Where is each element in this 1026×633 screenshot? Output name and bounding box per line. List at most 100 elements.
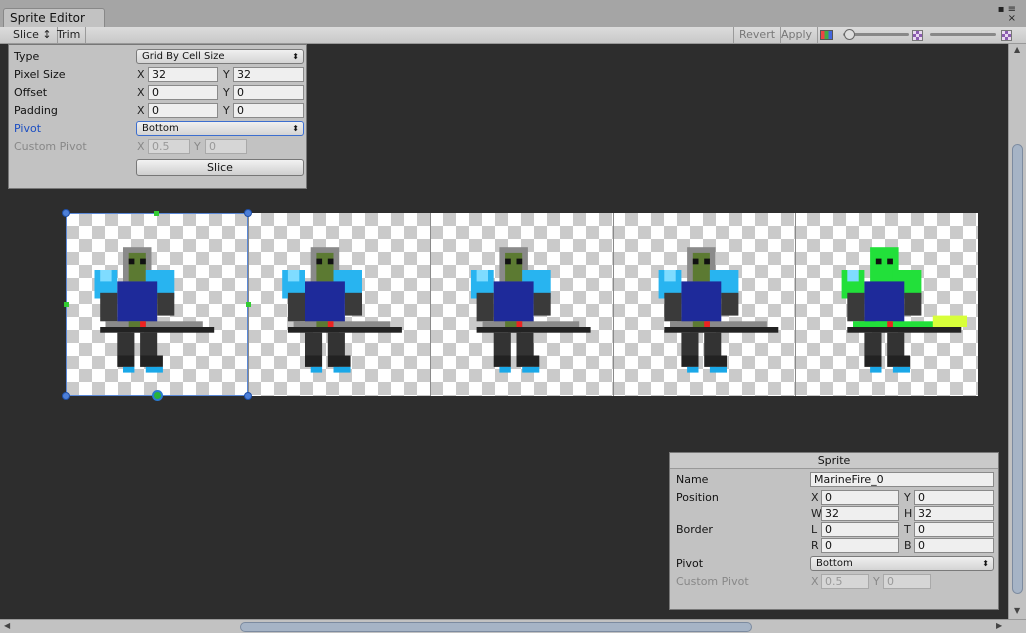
position-x-field[interactable]: 0 xyxy=(821,490,899,505)
y-label: Y xyxy=(904,491,911,504)
y-label: Y xyxy=(873,575,880,588)
pixel-size-x-field[interactable]: 32 xyxy=(148,67,218,82)
sprite-pixel xyxy=(328,258,334,265)
padding-x-field[interactable]: 0 xyxy=(148,103,218,118)
sprite-pixel xyxy=(305,332,323,356)
pivot-dropdown[interactable]: Bottom ⬍ xyxy=(810,556,994,571)
custom-pivot-y-field[interactable]: 0 xyxy=(205,139,247,154)
edge-handle[interactable] xyxy=(246,302,251,307)
mip-slider[interactable] xyxy=(930,33,996,36)
resize-handle[interactable] xyxy=(62,392,70,400)
custom-pivot-x-field[interactable]: 0.5 xyxy=(821,574,869,589)
sprite-pixel xyxy=(704,355,728,367)
sprite-pixel xyxy=(504,258,511,265)
y-label: Y xyxy=(223,68,230,81)
zoom-slider-knob[interactable] xyxy=(844,29,855,40)
sprite-pixel xyxy=(311,366,323,373)
pixel-size-y-field[interactable]: 32 xyxy=(233,67,304,82)
sprite-frame-2[interactable] xyxy=(431,213,613,396)
position-y-field[interactable]: 0 xyxy=(914,490,994,505)
sprite-pixel xyxy=(875,258,882,265)
muzzle-flash xyxy=(932,315,967,327)
sprite-pixel xyxy=(516,258,522,265)
mip-checker-icon xyxy=(1001,30,1012,41)
sprite-pixel xyxy=(493,281,534,327)
resize-handle[interactable] xyxy=(62,209,70,217)
custom-pivot-label: Custom Pivot xyxy=(676,575,749,588)
y-label: Y xyxy=(223,104,230,117)
resize-handle[interactable] xyxy=(244,209,252,217)
type-label: Type xyxy=(14,50,40,63)
border-r-field[interactable]: 0 xyxy=(821,538,899,553)
border-label: Border xyxy=(676,523,713,536)
height-field[interactable]: 32 xyxy=(914,506,994,521)
sprite-frame-3[interactable] xyxy=(613,213,795,396)
horizontal-scroll-thumb[interactable] xyxy=(240,622,752,632)
scroll-up-icon[interactable]: ▲ xyxy=(1014,45,1020,54)
sprite-sheet[interactable] xyxy=(62,209,978,401)
sprite-pixel xyxy=(516,332,534,356)
sprite-frame-1[interactable] xyxy=(248,213,430,396)
sprite-pixel xyxy=(664,270,676,282)
sprite-pixel xyxy=(533,292,551,316)
sprite-pixel xyxy=(476,327,591,333)
sprite-pixel xyxy=(482,321,579,327)
sprite-pixel xyxy=(288,327,403,333)
sprite-pixel xyxy=(846,292,864,322)
sprite-pixel xyxy=(704,258,711,265)
y-label: Y xyxy=(194,140,201,153)
name-field[interactable]: MarineFire_0 xyxy=(810,472,994,487)
scroll-right-icon[interactable]: ▶ xyxy=(996,621,1002,630)
apply-button[interactable]: Apply xyxy=(776,27,819,43)
border-t-field[interactable]: 0 xyxy=(914,522,994,537)
vertical-scroll-thumb[interactable] xyxy=(1012,144,1023,594)
sprite-pixel xyxy=(664,327,779,333)
padding-y-field[interactable]: 0 xyxy=(233,103,304,118)
slice-panel: Type Grid By Cell Size ⬍ Pixel Size X 32… xyxy=(8,44,307,189)
border-b-field[interactable]: 0 xyxy=(914,538,994,553)
type-dropdown[interactable]: Grid By Cell Size ⬍ xyxy=(136,49,304,64)
horizontal-scrollbar[interactable]: ◀ ▶ xyxy=(0,619,1026,633)
sprite-editor-tab[interactable]: Sprite Editor xyxy=(3,8,105,27)
pivot-dropdown[interactable]: Bottom ⬍ xyxy=(136,121,304,136)
slice-menu-button[interactable]: Slice ↕ xyxy=(8,27,58,43)
vertical-scrollbar[interactable]: ▲ ▼ xyxy=(1008,44,1026,619)
sprite-pixel xyxy=(863,281,904,327)
width-field[interactable]: 32 xyxy=(821,506,899,521)
dropdown-arrow-icon: ⬍ xyxy=(292,124,299,133)
resize-handle[interactable] xyxy=(244,392,252,400)
padding-label: Padding xyxy=(14,104,58,117)
scroll-down-icon[interactable]: ▼ xyxy=(1014,606,1020,615)
offset-y-field[interactable]: 0 xyxy=(233,85,304,100)
slice-button[interactable]: Slice xyxy=(136,159,304,176)
selected-sprite-rect[interactable] xyxy=(66,213,248,396)
h-label: H xyxy=(904,507,913,520)
sprite-pixel xyxy=(903,292,921,316)
offset-x-field[interactable]: 0 xyxy=(148,85,218,100)
border-l-field[interactable]: 0 xyxy=(821,522,899,537)
sprite-pixel xyxy=(333,366,351,373)
sprite-canvas[interactable]: Type Grid By Cell Size ⬍ Pixel Size X 32… xyxy=(0,44,1008,619)
l-label: L xyxy=(811,523,818,536)
y-label: Y xyxy=(223,86,230,99)
custom-pivot-x-field[interactable]: 0.5 xyxy=(148,139,190,154)
revert-button[interactable]: Revert xyxy=(733,27,782,43)
pivot-value: Bottom xyxy=(816,558,853,569)
window-menu-icon[interactable]: ▪ ≡ × xyxy=(998,5,1016,24)
sprite-pixel xyxy=(305,281,346,327)
sprite-pixel xyxy=(869,366,882,373)
pivot-handle[interactable] xyxy=(152,390,163,401)
color-channel-icon[interactable] xyxy=(820,30,833,40)
trim-button[interactable]: Trim xyxy=(52,27,87,43)
scroll-left-icon[interactable]: ◀ xyxy=(4,621,10,630)
pivot-label: Pivot xyxy=(676,557,704,570)
sprite-pixel xyxy=(681,355,699,367)
edge-handle[interactable] xyxy=(154,211,159,216)
sprite-pixel xyxy=(892,366,910,373)
edge-handle[interactable] xyxy=(64,302,69,307)
alpha-checker-icon xyxy=(912,30,923,41)
custom-pivot-y-field[interactable]: 0 xyxy=(883,574,931,589)
sprite-pixel xyxy=(493,332,511,356)
sprite-frame-4[interactable] xyxy=(796,213,978,396)
sprite-pixel xyxy=(499,366,511,373)
